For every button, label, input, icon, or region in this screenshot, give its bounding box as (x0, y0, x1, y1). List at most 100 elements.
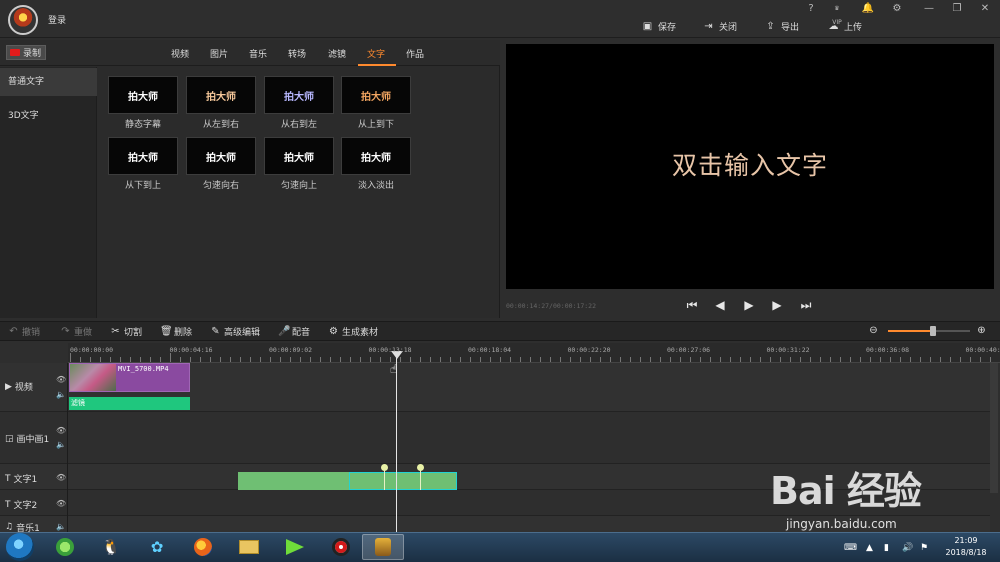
text-effect-thumb[interactable]: 拍大师 (186, 137, 256, 175)
flag-icon[interactable]: ⚑ (920, 543, 928, 553)
redo-icon: ↷ (61, 326, 70, 337)
text-effect-thumb[interactable]: 拍大师 (264, 137, 334, 175)
ruler-tick (390, 357, 391, 362)
paidashi-icon[interactable] (362, 534, 404, 560)
recorder-icon[interactable] (320, 534, 362, 560)
upload-button[interactable]: ☁ 上传 (828, 18, 863, 34)
redo-button[interactable]: ↷ 重做 (60, 325, 92, 338)
ruler-tick (880, 357, 881, 362)
skip-start-icon[interactable]: ⏮ (685, 298, 699, 312)
ruler-label: 00:00:40: (965, 346, 1000, 354)
ruler-tick (840, 357, 841, 362)
tab-text[interactable]: 文字 (367, 47, 385, 60)
tab-music[interactable]: 音乐 (249, 47, 267, 60)
ruler-tick (670, 357, 671, 362)
minimize-icon[interactable]: — (922, 2, 936, 16)
generate-button[interactable]: ⚙ 生成素材 (328, 325, 378, 338)
ruler-tick (510, 357, 511, 362)
taskbar-clock[interactable]: 21:09 2018/8/18 (940, 535, 992, 559)
undo-button[interactable]: ↶ 撤销 (8, 325, 40, 338)
explorer-icon[interactable] (228, 534, 270, 560)
export-button[interactable]: ⇪ 导出 (765, 18, 799, 34)
play-icon[interactable]: ▶ (742, 298, 756, 312)
save-button[interactable]: ▣ 保存 (642, 18, 676, 34)
show-hidden-icons[interactable]: ▲ (866, 543, 873, 553)
category-normal-text[interactable]: 普通文字 (0, 68, 97, 96)
eye-icon[interactable]: 👁 (56, 473, 66, 482)
dub-button[interactable]: 🎤 配音 (278, 325, 310, 338)
video-app-icon[interactable] (274, 534, 316, 560)
step-back-icon[interactable]: ◀ (713, 298, 727, 312)
timeline-scrollbar[interactable] (990, 363, 998, 493)
eye-icon[interactable]: 👁 (56, 499, 66, 508)
text-clip-selected[interactable] (349, 472, 457, 490)
active-tab-indicator (358, 64, 396, 66)
help-icon[interactable]: ? (804, 2, 818, 16)
start-button[interactable] (6, 533, 34, 561)
ruler-tick (500, 357, 501, 362)
speaker-icon[interactable]: 🔈 (56, 522, 66, 531)
ruler-tick (970, 357, 971, 362)
text-effect-thumb[interactable]: 拍大师 (341, 137, 411, 175)
text-effect-thumb[interactable]: 拍大师 (108, 137, 178, 175)
zoom-in-icon[interactable]: ⊕ (976, 325, 987, 336)
login-link[interactable]: 登录 (48, 13, 66, 26)
category-3d-text[interactable]: 3D文字 (0, 102, 97, 130)
text-effect-label: 从左到右 (202, 120, 239, 130)
video-clip-thumbnail (70, 364, 116, 391)
eye-icon[interactable]: 👁 (56, 426, 66, 435)
vip-icon[interactable]: ♛ VIP (830, 2, 844, 26)
ruler-tick (520, 357, 521, 362)
exit-button[interactable]: ⇥ 关闭 (703, 18, 737, 34)
ruler-tick (720, 357, 721, 362)
text-clip[interactable] (238, 472, 349, 490)
eye-icon[interactable]: 👁 (56, 375, 66, 384)
tab-video[interactable]: 视频 (171, 47, 189, 60)
preview-text[interactable]: 双击输入文字 (506, 146, 994, 182)
delete-button[interactable]: 🗑 删除 (160, 325, 192, 338)
text-effect-label: 匀速向上 (280, 181, 317, 191)
text-effect-thumb[interactable]: 拍大师 (264, 76, 334, 114)
ruler-tick (450, 357, 451, 362)
zoom-out-icon[interactable]: ⊖ (868, 325, 879, 336)
tab-transition[interactable]: 转场 (288, 47, 306, 60)
zoom-slider-handle[interactable] (930, 326, 936, 336)
text-effect-thumb[interactable]: 拍大师 (341, 76, 411, 114)
ruler-tick (860, 357, 861, 362)
speaker-icon[interactable]: 🔈 (56, 440, 66, 449)
keyframe-handle[interactable] (381, 464, 388, 471)
close-icon[interactable]: ✕ (978, 2, 992, 16)
filter-bar[interactable] (69, 397, 190, 410)
network-icon[interactable]: ▮ (884, 543, 889, 553)
ruler-tick (260, 357, 261, 362)
360-icon[interactable] (44, 534, 86, 560)
restore-icon[interactable]: ❐ (950, 2, 964, 16)
text-effect-thumb[interactable]: 拍大师 (108, 76, 178, 114)
ruler-tick (800, 357, 801, 362)
ruler-tick (990, 357, 991, 362)
bell-icon[interactable]: 🔔 (861, 2, 875, 16)
firefox-icon[interactable] (182, 534, 224, 560)
skip-end-icon[interactable]: ⏭ (799, 298, 813, 312)
avatar[interactable] (8, 5, 38, 35)
text-effect-thumb[interactable]: 拍大师 (186, 76, 256, 114)
qq-icon[interactable]: 🐧 (90, 534, 132, 560)
tab-filter[interactable]: 滤镜 (328, 47, 346, 60)
watermark-logo: Bai 经验 (770, 469, 922, 513)
ruler-tick (960, 357, 961, 362)
media-player-icon[interactable]: ✿ (136, 534, 178, 560)
volume-icon[interactable]: 🔊 (902, 543, 913, 553)
speaker-icon[interactable]: 🔈 (56, 390, 66, 399)
ruler-tick (70, 353, 71, 362)
gear-icon[interactable]: ⚙ (890, 2, 904, 16)
ruler-tick (320, 357, 321, 362)
step-forward-icon[interactable]: ▶ (770, 298, 784, 312)
tab-image[interactable]: 图片 (210, 47, 228, 60)
advanced-edit-button[interactable]: ✎ 高级编辑 (210, 325, 260, 338)
keyboard-icon[interactable]: ⌨ (844, 543, 857, 553)
keyframe-handle[interactable] (417, 464, 424, 471)
record-button[interactable]: 录制 (6, 45, 46, 60)
ruler-label: 00:00:09:02 (269, 346, 313, 354)
tab-works[interactable]: 作品 (406, 47, 424, 60)
cut-button[interactable]: ✂ 切割 (110, 325, 142, 338)
